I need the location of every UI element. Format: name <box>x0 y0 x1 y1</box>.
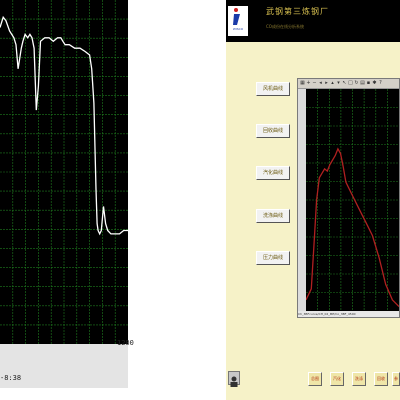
app-header: WISCO 武钢第三炼钢厂 CO成份在线分析系统 <box>226 0 400 42</box>
zoom-in-icon[interactable]: + <box>306 80 311 86</box>
footer-button-overview[interactable]: 总图 <box>308 372 322 386</box>
footer-bar: 总图 汽化 洗涤 回收 参 <box>226 368 400 390</box>
footer-button-parameters[interactable]: 参 <box>392 372 400 386</box>
chart-toolbar: ▦ + − ◂ ▸ ▴ ▾ ↖ □ ↻ ▤ ▪ ✱ ? <box>298 79 399 89</box>
left-chart-svg <box>0 0 128 344</box>
scada-app-window: WISCO 武钢第三炼钢厂 CO成份在线分析系统 风机曲线 回收曲线 汽化曲线 … <box>226 0 400 400</box>
arrow-right-icon[interactable]: ▸ <box>324 80 329 86</box>
logo-text: WISCO <box>232 27 244 31</box>
company-logo: WISCO <box>228 6 248 36</box>
left-chart-panel: 1200 -8:38 <box>0 0 134 388</box>
arrow-up-icon[interactable]: ▴ <box>330 80 335 86</box>
print-icon[interactable]: ▤ <box>360 80 365 86</box>
x-axis-max-tick-label: 1200 <box>117 339 134 347</box>
help-icon[interactable]: ? <box>378 80 383 86</box>
footer-button-recovery[interactable]: 回收 <box>374 372 388 386</box>
nav-button-vaporization-curve[interactable]: 汽化曲线 <box>256 166 290 180</box>
app-subtitle: CO成份在线分析系统 <box>266 24 304 29</box>
nav-button-pressure-curve[interactable]: 压力曲线 <box>256 251 290 265</box>
zoom-out-icon[interactable]: − <box>312 80 317 86</box>
refresh-icon[interactable]: ↻ <box>354 80 359 86</box>
grid-icon[interactable]: ▦ <box>300 80 305 86</box>
left-plot-area <box>0 0 128 344</box>
inner-plot-area <box>305 89 400 311</box>
fit-icon[interactable]: □ <box>348 80 353 86</box>
save-icon[interactable]: ▪ <box>366 80 371 86</box>
operator-icon[interactable] <box>228 371 240 387</box>
curve-chart-window: ▦ + − ◂ ▸ ▴ ▾ ↖ □ ↻ ▤ ▪ ✱ ? Ch_3BFcurve/… <box>297 78 400 318</box>
nav-button-scrubbing-curve[interactable]: 洗涤曲线 <box>256 209 290 223</box>
person-icon <box>230 376 238 387</box>
app-title: 武钢第三炼钢厂 <box>266 7 329 16</box>
arrow-left-icon[interactable]: ◂ <box>318 80 323 86</box>
footer-button-vaporization[interactable]: 汽化 <box>330 372 344 386</box>
time-readout: -8:38 <box>0 374 22 382</box>
chart-status-bar: Ch_3BFcurve/CH_02_ME/Co_3BF_4500 <box>298 311 399 317</box>
nav-button-fan-curve[interactable]: 风机曲线 <box>256 82 290 96</box>
settings-icon[interactable]: ✱ <box>372 80 377 86</box>
nav-button-recovery-curve[interactable]: 回收曲线 <box>256 124 290 138</box>
right-chart-svg <box>305 89 400 311</box>
cursor-icon[interactable]: ↖ <box>342 80 347 86</box>
arrow-down-icon[interactable]: ▾ <box>336 80 341 86</box>
logo-mark-icon <box>233 8 240 25</box>
footer-button-scrubbing[interactable]: 洗涤 <box>352 372 366 386</box>
